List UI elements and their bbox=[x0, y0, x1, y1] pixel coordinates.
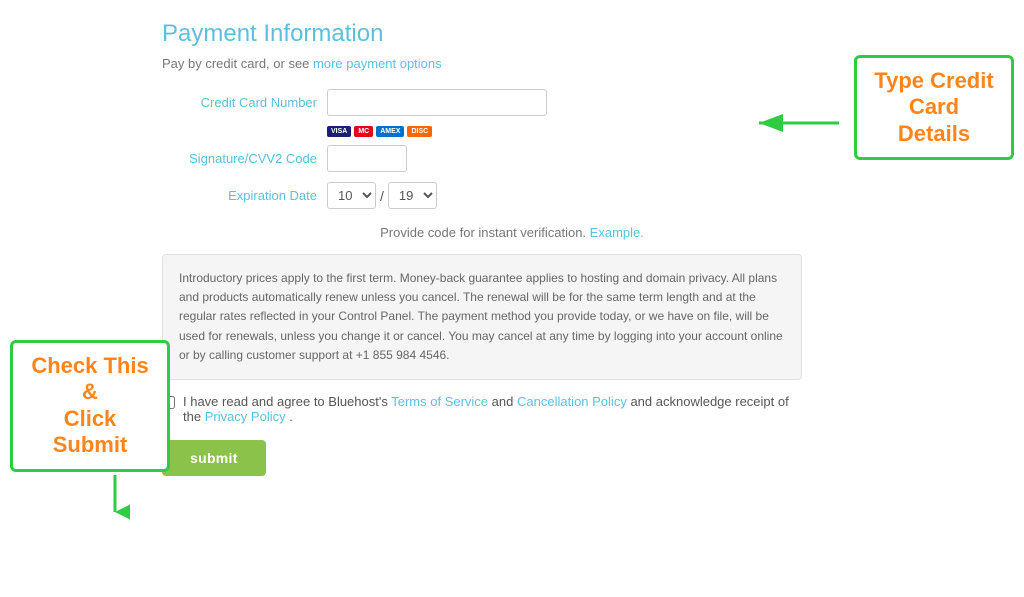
expiry-month-select[interactable]: 10 1234 5678 91112 bbox=[327, 182, 376, 209]
verification-example-link[interactable]: Example. bbox=[590, 225, 644, 240]
annotation-check-submit: Check This &Click Submit bbox=[10, 340, 170, 472]
cvv-input[interactable] bbox=[327, 145, 407, 172]
verification-text: Provide code for instant verification. E… bbox=[162, 225, 862, 240]
payment-subtitle: Pay by credit card, or see more payment … bbox=[162, 56, 862, 71]
amex-icon: AMEX bbox=[376, 126, 404, 137]
cvv-label: Signature/CVV2 Code bbox=[162, 151, 317, 166]
arrow-to-checkbox bbox=[100, 470, 130, 523]
mastercard-icon: MC bbox=[354, 126, 373, 137]
cc-number-label: Credit Card Number bbox=[162, 95, 317, 110]
expiry-label: Expiration Date bbox=[162, 188, 317, 203]
expiry-selects: 10 1234 5678 91112 / 19 20212223 2425 bbox=[327, 182, 437, 209]
expiry-year-select[interactable]: 19 20212223 2425 bbox=[388, 182, 437, 209]
privacy-policy-link[interactable]: Privacy Policy bbox=[205, 409, 286, 424]
page-title: Payment Information bbox=[162, 20, 862, 48]
agree-text: I have read and agree to Bluehost's Term… bbox=[183, 394, 802, 424]
payment-form: Credit Card Number VISA MC AMEX DISC Sig… bbox=[162, 89, 862, 209]
cvv-row: Signature/CVV2 Code bbox=[162, 145, 862, 172]
expiry-row: Expiration Date 10 1234 5678 91112 / 19 … bbox=[162, 182, 862, 209]
visa-icon: VISA bbox=[327, 126, 351, 137]
discover-icon: DISC bbox=[407, 126, 432, 137]
agree-row: I have read and agree to Bluehost's Term… bbox=[162, 394, 802, 424]
info-box: Introductory prices apply to the first t… bbox=[162, 254, 802, 380]
annotation-type-cc: Type CreditCard Details bbox=[854, 55, 1014, 160]
submit-button[interactable]: submit bbox=[162, 440, 266, 476]
cancellation-policy-link[interactable]: Cancellation Policy bbox=[517, 394, 627, 409]
more-payment-options-link[interactable]: more payment options bbox=[313, 56, 442, 71]
tos-link[interactable]: Terms of Service bbox=[391, 394, 488, 409]
cc-number-input[interactable] bbox=[327, 89, 547, 116]
expiry-separator: / bbox=[380, 188, 384, 204]
arrow-to-cc-input bbox=[749, 108, 849, 141]
